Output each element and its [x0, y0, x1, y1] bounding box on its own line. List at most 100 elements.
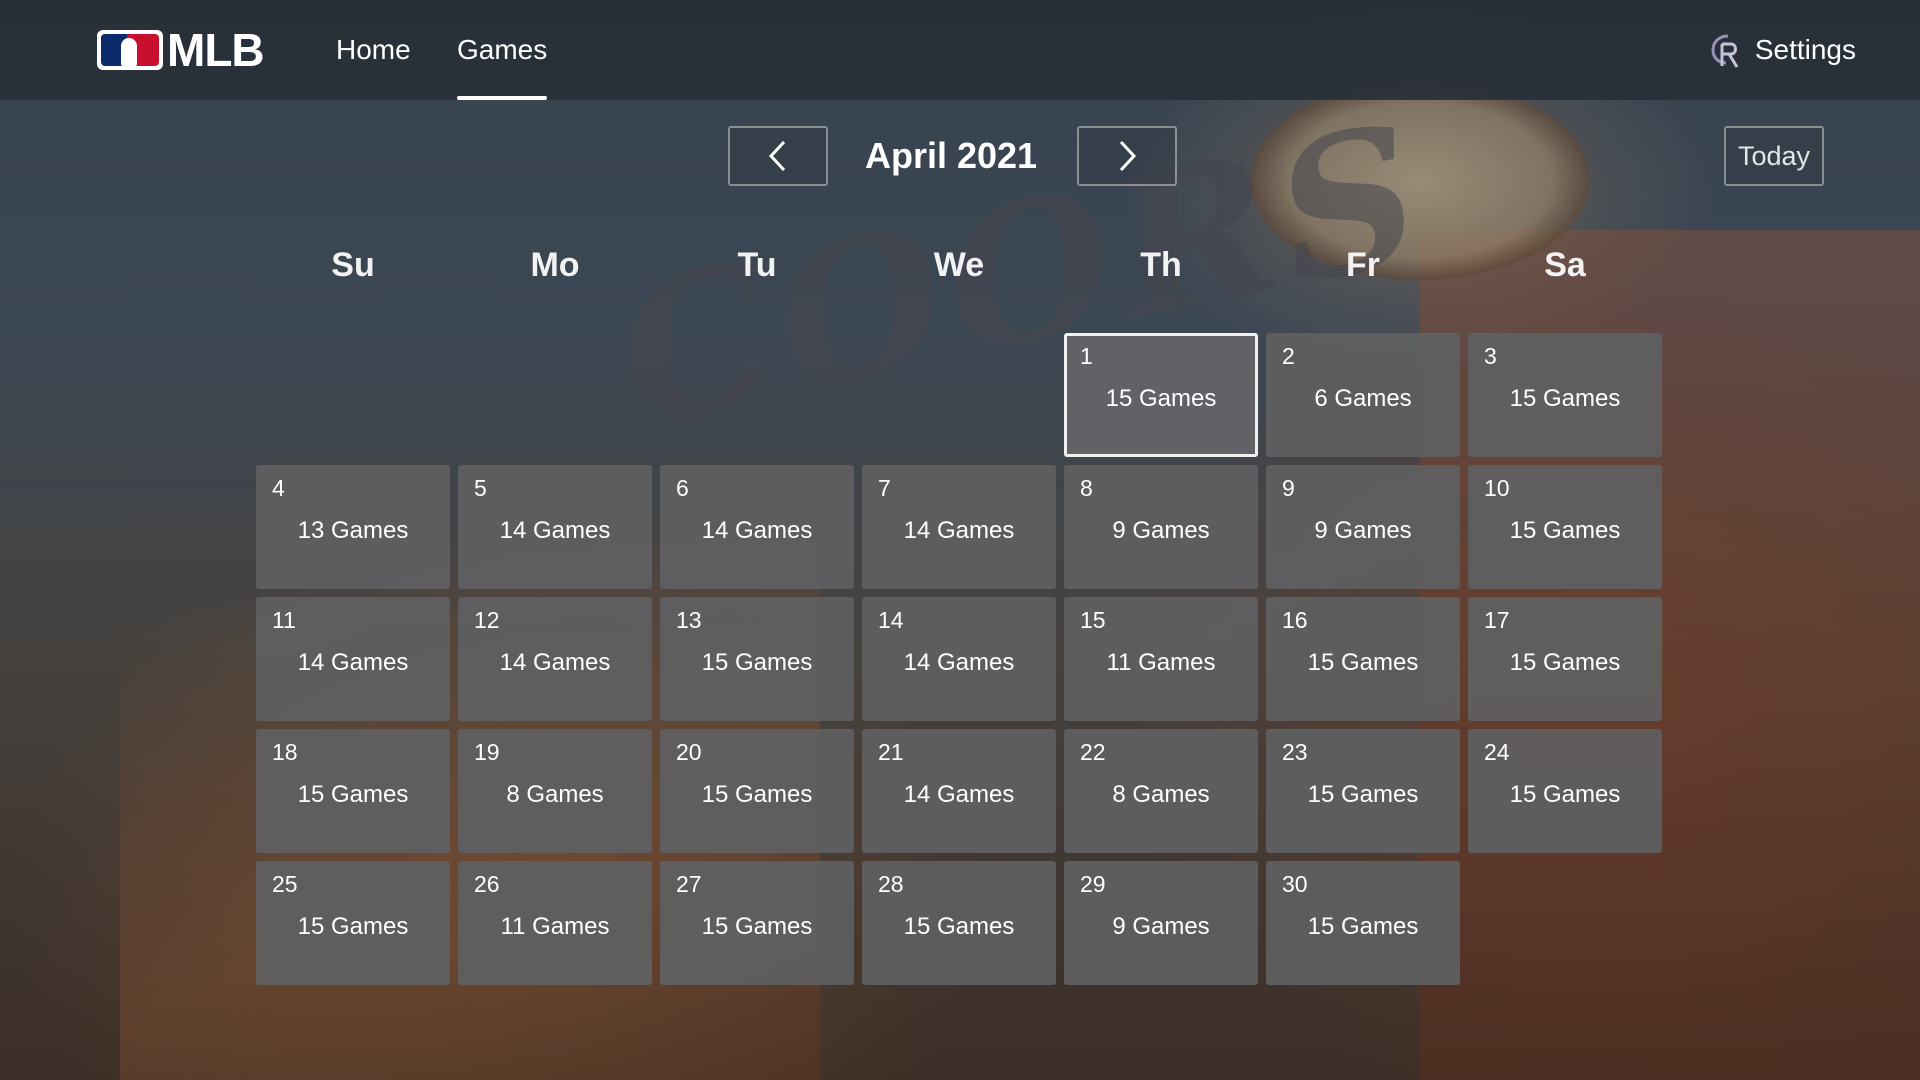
weekday-monday: Mo [530, 246, 580, 284]
mlb-logo[interactable]: MLB [97, 24, 265, 76]
games-count: 11 Games [1106, 649, 1216, 676]
day-number: 25 [272, 871, 298, 897]
calendar-day-cell[interactable]: 20 15 Games [660, 729, 854, 853]
day-number: 27 [676, 871, 702, 897]
nav-tab-games[interactable]: Games [457, 0, 548, 100]
calendar-empty-cell [256, 333, 450, 457]
games-count: 15 Games [1307, 649, 1419, 676]
day-number: 20 [676, 739, 702, 765]
weekday-wednesday: We [933, 246, 985, 284]
day-number: 17 [1484, 607, 1510, 633]
calendar-day-cell[interactable]: 8 9 Games [1064, 465, 1258, 589]
games-count: 15 Games [701, 649, 813, 676]
active-tab-indicator [457, 96, 548, 100]
previous-month-button[interactable] [728, 126, 828, 186]
calendar-day-cell[interactable]: 30 15 Games [1266, 861, 1460, 985]
calendar-day-cell[interactable]: 18 15 Games [256, 729, 450, 853]
calendar-day-cell[interactable]: 12 14 Games [458, 597, 652, 721]
calendar-day-cell[interactable]: 5 14 Games [458, 465, 652, 589]
calendar-day-cell[interactable]: 16 15 Games [1266, 597, 1460, 721]
day-number: 9 [1282, 475, 1295, 501]
logo-text: MLB [167, 24, 265, 76]
games-count: 14 Games [903, 781, 1015, 808]
day-number: 4 [272, 475, 285, 501]
weekday-header-row: Su Mo Tu We Th Fr Sa [256, 240, 1662, 290]
calendar-day-cell[interactable]: 28 15 Games [862, 861, 1056, 985]
games-count: 14 Games [297, 649, 409, 676]
calendar-day-cell[interactable]: 6 14 Games [660, 465, 854, 589]
calendar-empty-cell [862, 333, 1056, 457]
calendar-day-cell[interactable]: 25 15 Games [256, 861, 450, 985]
games-count: 15 Games [1307, 781, 1419, 808]
calendar-day-cell[interactable]: 11 14 Games [256, 597, 450, 721]
games-count: 15 Games [701, 781, 813, 808]
calendar-day-cell[interactable]: 10 15 Games [1468, 465, 1662, 589]
day-number: 22 [1080, 739, 1106, 765]
games-count: 15 Games [1105, 385, 1217, 412]
games-count: 15 Games [1509, 517, 1621, 544]
calendar-day-cell[interactable]: 29 9 Games [1064, 861, 1258, 985]
nav-tab-games-label: Games [457, 34, 548, 65]
calendar-day-cell[interactable]: 21 14 Games [862, 729, 1056, 853]
games-count: 14 Games [499, 649, 611, 676]
day-number: 14 [878, 607, 904, 633]
calendar-day-cell[interactable]: 15 11 Games [1064, 597, 1258, 721]
day-number: 10 [1484, 475, 1510, 501]
calendar-day-cell[interactable]: 7 14 Games [862, 465, 1056, 589]
calendar-day-cell[interactable]: 24 15 Games [1468, 729, 1662, 853]
mlb-batter-icon [97, 30, 163, 70]
weekday-thursday: Th [1140, 246, 1182, 284]
calendar-day-cell[interactable]: 27 15 Games [660, 861, 854, 985]
today-button[interactable]: Today [1724, 126, 1824, 186]
calendar-day-cell[interactable]: 4 13 Games [256, 465, 450, 589]
games-count: 6 Games [1314, 385, 1412, 412]
calendar-day-cell[interactable]: 3 15 Games [1468, 333, 1662, 457]
calendar-day-cell[interactable]: 9 9 Games [1266, 465, 1460, 589]
games-count: 15 Games [701, 913, 813, 940]
day-number: 7 [878, 475, 891, 501]
calendar-day-cell[interactable]: 2 6 Games [1266, 333, 1460, 457]
nav-tab-home[interactable]: Home [336, 0, 411, 100]
day-number: 15 [1080, 607, 1106, 633]
settings-button[interactable]: Settings [1707, 0, 1856, 100]
games-count: 9 Games [1314, 517, 1412, 544]
games-count: 15 Games [297, 913, 409, 940]
day-number: 3 [1484, 343, 1497, 369]
day-number: 1 [1080, 343, 1093, 369]
day-number: 13 [676, 607, 702, 633]
day-number: 18 [272, 739, 298, 765]
day-number: 28 [878, 871, 904, 897]
day-number: 16 [1282, 607, 1308, 633]
next-month-button[interactable] [1077, 126, 1177, 186]
calendar-grid: 1 15 Games 2 6 Games 3 15 Games 4 13 Games 5 14 G… [256, 333, 1662, 985]
games-count: 14 Games [903, 649, 1015, 676]
nav-tab-home-label: Home [336, 34, 411, 65]
calendar-empty-cell [458, 333, 652, 457]
day-number: 23 [1282, 739, 1308, 765]
games-count: 14 Games [903, 517, 1015, 544]
weekday-friday: Fr [1346, 246, 1380, 284]
games-count: 11 Games [500, 913, 610, 940]
chevron-right-icon [1119, 140, 1137, 172]
calendar-day-cell[interactable]: 14 14 Games [862, 597, 1056, 721]
calendar-empty-cell [660, 333, 854, 457]
chevron-left-icon [768, 140, 786, 172]
calendar-day-cell[interactable]: 26 11 Games [458, 861, 652, 985]
calendar-day-cell[interactable]: 22 8 Games [1064, 729, 1258, 853]
top-navigation-bar: MLB Home Games Settings [0, 0, 1920, 100]
games-count: 15 Games [297, 781, 409, 808]
calendar-day-cell[interactable]: 17 15 Games [1468, 597, 1662, 721]
settings-label: Settings [1754, 34, 1856, 65]
calendar-day-cell[interactable]: 1 15 Games [1064, 333, 1258, 457]
day-number: 24 [1484, 739, 1510, 765]
calendar-day-cell[interactable]: 19 8 Games [458, 729, 652, 853]
weekday-saturday: Sa [1544, 246, 1586, 284]
weekday-tuesday: Tu [737, 246, 777, 284]
day-number: 11 [272, 607, 296, 633]
calendar-day-cell[interactable]: 23 15 Games [1266, 729, 1460, 853]
day-number: 5 [474, 475, 487, 501]
day-number: 30 [1282, 871, 1308, 897]
day-number: 19 [474, 739, 500, 765]
day-number: 6 [676, 475, 689, 501]
calendar-day-cell[interactable]: 13 15 Games [660, 597, 854, 721]
